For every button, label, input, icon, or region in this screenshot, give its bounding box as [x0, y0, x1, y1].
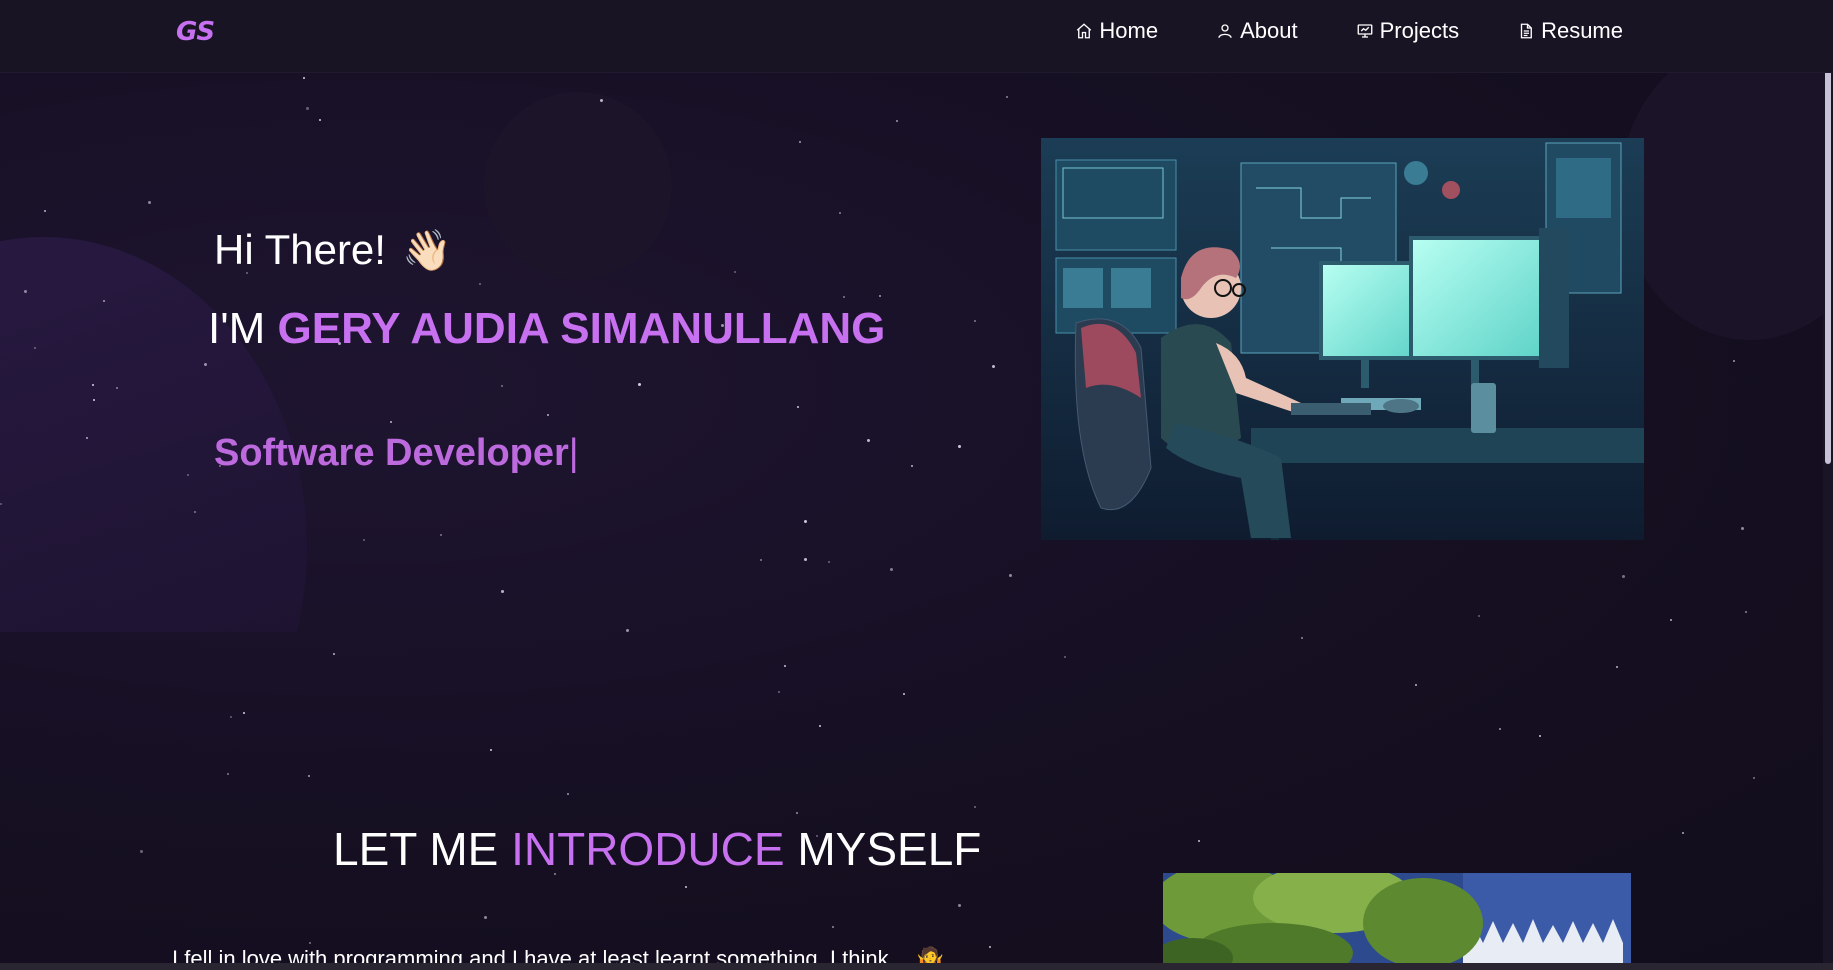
- intro-title-post: MYSELF: [797, 823, 982, 875]
- star: [1539, 735, 1541, 737]
- star: [1301, 637, 1303, 639]
- star: [567, 793, 569, 795]
- navbar: GS Home About Projects Resume: [0, 0, 1833, 73]
- user-icon: [1218, 24, 1232, 38]
- profile-photo-svg: [1163, 873, 1631, 970]
- intro-title-pre: LET ME: [333, 823, 499, 875]
- greeting: Hi There! 👋🏻: [214, 226, 452, 274]
- star: [778, 691, 780, 693]
- wave-icon: 👋🏻: [401, 228, 452, 273]
- intro-title: LET ME INTRODUCE MYSELF: [333, 822, 981, 876]
- star: [1198, 840, 1200, 842]
- star: [958, 904, 961, 907]
- horizontal-scrollbar-track: [0, 963, 1833, 970]
- nav-item-label: Resume: [1541, 18, 1623, 43]
- nav-item-label: Home: [1099, 18, 1159, 43]
- star: [490, 749, 492, 751]
- typewriter-role: Software Developer|: [214, 432, 579, 475]
- intro-title-accent: INTRODUCE: [511, 823, 785, 875]
- typing-cursor: |: [568, 432, 579, 474]
- star: [819, 725, 821, 727]
- star: [333, 653, 335, 655]
- star: [308, 775, 310, 777]
- dark-blob-shape: [1620, 40, 1833, 340]
- star: [1753, 777, 1755, 779]
- scrollbar[interactable]: [1823, 0, 1833, 970]
- star: [784, 665, 786, 667]
- nav-item-resume[interactable]: Resume: [1517, 14, 1623, 48]
- star: [685, 886, 687, 888]
- star: [1064, 656, 1066, 658]
- developer-illustration-svg: [1041, 138, 1644, 540]
- star: [1616, 666, 1618, 668]
- star: [796, 812, 798, 814]
- nav-item-home[interactable]: Home: [1075, 14, 1158, 48]
- nav-item-projects[interactable]: Projects: [1356, 14, 1459, 48]
- star: [989, 946, 991, 948]
- star: [1415, 684, 1417, 686]
- developer-illustration: [1041, 138, 1644, 540]
- nav-menu: Home About Projects Resume: [1017, 14, 1623, 48]
- document-icon: [1520, 23, 1533, 39]
- star: [227, 773, 229, 775]
- star: [230, 716, 232, 718]
- home-icon: [1077, 23, 1092, 39]
- hero-name: I'M GERY AUDIA SIMANULLANG: [208, 304, 885, 354]
- star: [309, 942, 311, 944]
- star: [832, 926, 834, 928]
- star: [1499, 728, 1501, 730]
- name-prefix: I'M: [208, 304, 266, 353]
- nav-item-about[interactable]: About: [1216, 14, 1298, 48]
- greeting-text: Hi There!: [214, 226, 386, 273]
- dark-circle-shape: [484, 92, 672, 280]
- star: [1682, 832, 1684, 834]
- star: [903, 693, 905, 695]
- star: [140, 850, 143, 853]
- page: GS Home About Projects Resume Hi There! …: [0, 0, 1833, 970]
- star: [484, 916, 487, 919]
- scrollbar-thumb[interactable]: [1825, 20, 1831, 464]
- nav-item-label: About: [1240, 18, 1298, 43]
- nav-item-label: Projects: [1379, 18, 1460, 43]
- logo[interactable]: GS: [176, 17, 215, 47]
- name-accent: GERY AUDIA SIMANULLANG: [277, 304, 886, 353]
- presentation-icon: [1357, 24, 1373, 38]
- star: [974, 806, 976, 808]
- star: [243, 712, 245, 714]
- profile-photo: [1163, 873, 1631, 970]
- role-text: Software Developer: [214, 432, 569, 474]
